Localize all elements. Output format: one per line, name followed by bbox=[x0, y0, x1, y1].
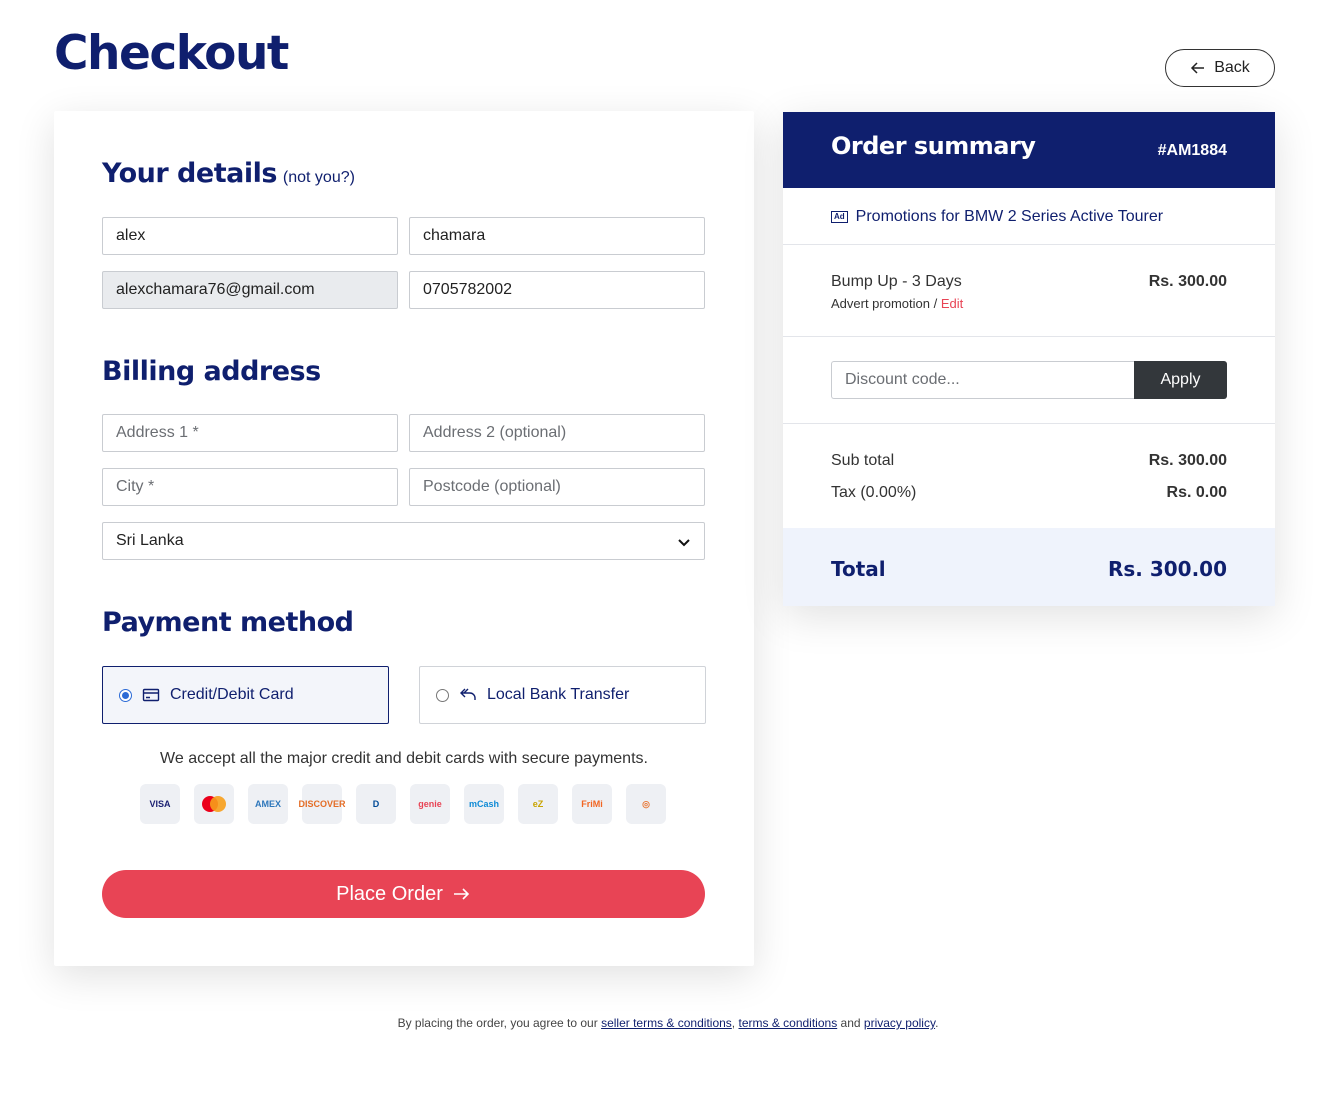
terms-prefix: By placing the order, you agree to our bbox=[397, 1016, 598, 1030]
billing-address-heading: Billing address bbox=[102, 356, 321, 387]
divider bbox=[783, 423, 1275, 424]
terms-suffix: . bbox=[935, 1016, 939, 1030]
address2-input[interactable]: Address 2 (optional) bbox=[409, 414, 705, 452]
frimi-logo-icon: FriMi bbox=[572, 784, 612, 824]
phone-field[interactable]: 0705782002 bbox=[409, 271, 705, 309]
your-details-heading: Your details (not you?) bbox=[102, 158, 355, 189]
seller-terms-link[interactable]: seller terms & conditions bbox=[601, 1016, 732, 1030]
ezcash-logo-icon: eZ bbox=[518, 784, 558, 824]
subtotal-label: Sub total bbox=[831, 452, 895, 469]
terms-and: and bbox=[840, 1016, 861, 1030]
total-label: Total bbox=[831, 557, 886, 581]
discover-logo-icon: DISCOVER bbox=[299, 784, 346, 824]
place-order-label: Place Order bbox=[336, 882, 443, 905]
accept-cards-text: We accept all the major credit and debit… bbox=[160, 750, 648, 767]
first-name-field[interactable]: alex bbox=[102, 217, 398, 255]
arrow-right-icon bbox=[453, 888, 469, 900]
terms-separator: , bbox=[731, 1016, 736, 1030]
postcode-input[interactable]: Postcode (optional) bbox=[409, 468, 705, 506]
card-radio[interactable] bbox=[119, 688, 132, 702]
bank-radio[interactable] bbox=[436, 688, 449, 702]
arrow-left-icon bbox=[1191, 62, 1205, 74]
bank-transfer-icon bbox=[460, 688, 476, 700]
order-summary-card: Order summary #AM1884 Ad Promotions for … bbox=[783, 112, 1275, 606]
address1-input[interactable]: Address 1 * bbox=[102, 414, 398, 452]
email-field: alexchamara76@gmail.com bbox=[102, 271, 398, 309]
item-subtitle: Advert promotion / Edit bbox=[831, 296, 963, 311]
card-option-label: Credit/Debit Card bbox=[170, 686, 294, 703]
chevron-down-icon bbox=[678, 539, 690, 547]
order-id: #AM1884 bbox=[1157, 142, 1227, 159]
not-you-link[interactable]: (not you?) bbox=[283, 169, 355, 186]
tax-value: Rs. 0.00 bbox=[1166, 484, 1227, 501]
tax-label: Tax (0.00%) bbox=[831, 484, 917, 501]
page-title: Checkout bbox=[54, 26, 289, 81]
apply-button[interactable]: Apply bbox=[1134, 361, 1227, 399]
diners-club-logo-icon: D bbox=[356, 784, 396, 824]
promo-title-row: Ad Promotions for BMW 2 Series Active To… bbox=[831, 208, 1163, 226]
divider bbox=[783, 336, 1275, 337]
payment-option-bank[interactable]: Local Bank Transfer bbox=[419, 666, 706, 724]
item-sub-text: Advert promotion / bbox=[831, 296, 938, 311]
genie-logo-icon: genie bbox=[410, 784, 450, 824]
back-button[interactable]: Back bbox=[1165, 49, 1275, 87]
privacy-policy-link[interactable]: privacy policy bbox=[864, 1016, 935, 1030]
checkout-form-card: Your details (not you?) alex chamara alex… bbox=[54, 111, 754, 966]
last-name-field[interactable]: chamara bbox=[409, 217, 705, 255]
terms-note: By placing the order, you agree to our s… bbox=[0, 1016, 1336, 1030]
amex-logo-icon: AMEX bbox=[248, 784, 288, 824]
city-input[interactable]: City * bbox=[102, 468, 398, 506]
other-wallet-logo-icon: ◎ bbox=[626, 784, 666, 824]
total-value: Rs. 300.00 bbox=[1107, 557, 1227, 581]
item-price: Rs. 300.00 bbox=[1148, 273, 1227, 290]
payment-logos: VISA AMEX DISCOVER Dgenie mCash eZ FriMi ◎ bbox=[140, 784, 666, 824]
item-name: Bump Up - 3 Days bbox=[831, 273, 962, 290]
order-summary-title: Order summary bbox=[831, 132, 1036, 160]
divider bbox=[783, 244, 1275, 245]
mastercard-logo-icon bbox=[194, 784, 234, 824]
country-value: Sri Lanka bbox=[116, 532, 184, 549]
bank-option-label: Local Bank Transfer bbox=[487, 686, 630, 703]
country-select[interactable]: Sri Lanka bbox=[102, 522, 705, 560]
terms-link[interactable]: terms & conditions bbox=[738, 1016, 837, 1030]
edit-link[interactable]: Edit bbox=[941, 296, 963, 311]
credit-card-icon bbox=[142, 688, 160, 702]
payment-option-card[interactable]: Credit/Debit Card bbox=[102, 666, 389, 724]
payment-method-heading: Payment method bbox=[102, 607, 354, 638]
back-label: Back bbox=[1214, 59, 1250, 76]
your-details-title: Your details bbox=[102, 158, 277, 189]
discount-code-input[interactable]: Discount code... bbox=[831, 361, 1135, 399]
visa-logo-icon: VISA bbox=[140, 784, 180, 824]
total-band: Total Rs. 300.00 bbox=[783, 528, 1275, 606]
promo-title: Promotions for BMW 2 Series Active Toure… bbox=[855, 208, 1164, 225]
ad-icon: Ad bbox=[831, 211, 848, 223]
order-summary-header: Order summary #AM1884 bbox=[783, 112, 1275, 188]
place-order-button[interactable]: Place Order bbox=[102, 870, 705, 918]
subtotal-value: Rs. 300.00 bbox=[1148, 452, 1227, 469]
mcash-logo-icon: mCash bbox=[464, 784, 504, 824]
